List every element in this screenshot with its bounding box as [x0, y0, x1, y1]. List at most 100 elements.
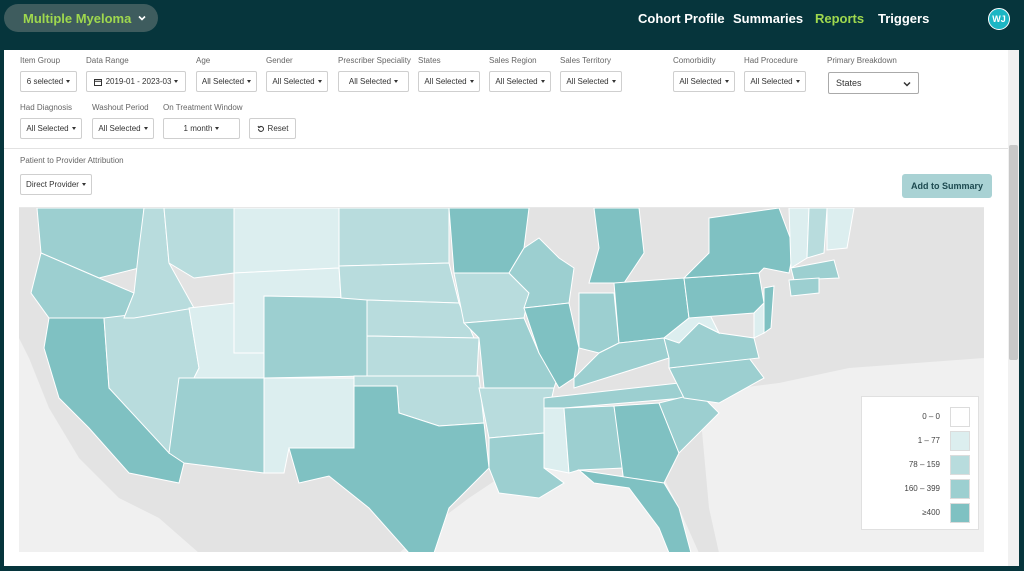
filter-label-gender: Gender [266, 56, 293, 65]
states-dropdown[interactable]: All Selected [418, 71, 480, 92]
caret-down-icon [143, 127, 148, 130]
filter-label-states: States [418, 56, 441, 65]
on-treatment-window-dropdown[interactable]: 1 month [163, 118, 240, 139]
attribution-value: Direct Provider [26, 180, 79, 189]
had-procedure-dropdown[interactable]: All Selected [744, 71, 806, 92]
state-connecticut[interactable] [788, 277, 820, 297]
us-states-map[interactable]: 0 – 0 1 – 77 78 – 159 160 – 399 ≥400 [19, 207, 984, 552]
caret-down-icon [540, 80, 545, 83]
data-range-picker[interactable]: 2019-01 - 2023-03 [86, 71, 186, 92]
state-arizona[interactable] [168, 377, 265, 474]
gender-value: All Selected [272, 77, 315, 86]
scrollbar[interactable] [1008, 50, 1019, 566]
age-dropdown[interactable]: All Selected [196, 71, 257, 92]
filter-label-sales-territory: Sales Territory [560, 56, 611, 65]
state-vermont[interactable] [788, 208, 810, 269]
reset-button[interactable]: Reset [249, 118, 296, 139]
state-south-dakota[interactable] [338, 262, 460, 304]
chevron-down-icon [138, 15, 146, 21]
scrollbar-thumb[interactable] [1009, 145, 1018, 360]
state-maine[interactable] [826, 208, 855, 251]
cohort-selector[interactable]: Multiple Myeloma [4, 4, 158, 32]
legend-item: 78 – 159 [862, 455, 980, 475]
attribution-dropdown[interactable]: Direct Provider [20, 174, 92, 195]
nav-cohort-profile[interactable]: Cohort Profile [638, 11, 725, 26]
legend-swatch [950, 407, 970, 427]
had-diagnosis-dropdown[interactable]: All Selected [20, 118, 82, 139]
primary-breakdown-select[interactable]: States [828, 72, 919, 94]
nav-summaries[interactable]: Summaries [733, 11, 803, 26]
section-divider [4, 148, 1008, 149]
sales-territory-dropdown[interactable]: All Selected [560, 71, 622, 92]
data-range-value: 2019-01 - 2023-03 [105, 77, 172, 86]
legend-swatch [950, 431, 970, 451]
filter-label-had-diagnosis: Had Diagnosis [20, 103, 73, 112]
caret-down-icon [247, 80, 252, 83]
legend-item: ≥400 [862, 503, 980, 523]
legend-swatch [950, 455, 970, 475]
filter-label-washout-period: Washout Period [92, 103, 149, 112]
legend-item: 1 – 77 [862, 431, 980, 451]
state-new-jersey[interactable] [763, 285, 775, 334]
state-montana-west[interactable] [163, 208, 235, 279]
reset-icon [257, 125, 264, 132]
legend-item: 0 – 0 [862, 407, 980, 427]
map-legend: 0 – 0 1 – 77 78 – 159 160 – 399 ≥400 [861, 396, 979, 530]
filter-label-age: Age [196, 56, 211, 65]
caret-down-icon [469, 80, 474, 83]
nav-reports[interactable]: Reports [815, 11, 864, 26]
legend-swatch [950, 503, 970, 523]
legend-range: 1 – 77 [917, 436, 940, 445]
state-new-hampshire[interactable] [806, 208, 828, 259]
cohort-selector-label: Multiple Myeloma [23, 10, 132, 26]
caret-down-icon [317, 80, 322, 83]
state-colorado[interactable] [263, 295, 368, 379]
user-avatar[interactable]: WJ [988, 8, 1010, 30]
had-diagnosis-value: All Selected [26, 124, 69, 133]
age-value: All Selected [201, 77, 245, 86]
legend-range: 78 – 159 [908, 460, 940, 469]
top-navigation-bar: Multiple Myeloma Cohort Profile Summarie… [0, 0, 1024, 44]
state-michigan[interactable] [588, 208, 645, 284]
states-value: All Selected [424, 77, 467, 86]
filter-label-sales-region: Sales Region [489, 56, 537, 65]
gender-dropdown[interactable]: All Selected [266, 71, 328, 92]
nav-triggers[interactable]: Triggers [878, 11, 929, 26]
add-to-summary-button[interactable]: Add to Summary [902, 174, 992, 198]
filter-label-data-range: Data Range [86, 56, 129, 65]
item-group-value: 6 selected [26, 77, 64, 86]
caret-down-icon [215, 127, 220, 130]
comorbidity-value: All Selected [679, 77, 722, 86]
state-nebraska[interactable] [366, 299, 475, 339]
comorbidity-dropdown[interactable]: All Selected [673, 71, 735, 92]
had-procedure-value: All Selected [750, 77, 793, 86]
item-group-dropdown[interactable]: 6 selected [20, 71, 77, 92]
state-new-york[interactable] [682, 208, 795, 279]
sales-region-dropdown[interactable]: All Selected [489, 71, 551, 92]
caret-down-icon [724, 80, 729, 83]
report-panel: Item Group 6 selected Data Range 2019-01… [4, 50, 1019, 566]
state-arkansas[interactable] [478, 387, 555, 439]
caret-down-icon [795, 80, 800, 83]
caret-down-icon [66, 80, 71, 83]
chevron-down-icon [903, 81, 911, 87]
state-montana[interactable] [233, 208, 340, 274]
washout-period-dropdown[interactable]: All Selected [92, 118, 154, 139]
sales-region-value: All Selected [495, 77, 538, 86]
caret-down-icon [174, 80, 179, 83]
filter-label-had-procedure: Had Procedure [744, 56, 798, 65]
filter-label-comorbidity: Comorbidity [673, 56, 716, 65]
state-kansas[interactable] [366, 335, 480, 377]
prescriber-speciality-dropdown[interactable]: All Selected [338, 71, 409, 92]
filter-label-prescriber-speciality: Prescriber Speciality [338, 56, 411, 65]
state-north-dakota[interactable] [338, 208, 450, 267]
primary-breakdown-value: States [836, 78, 862, 88]
caret-down-icon [71, 127, 76, 130]
state-pennsylvania[interactable] [683, 272, 765, 319]
legend-range: ≥400 [922, 508, 940, 517]
prescriber-speciality-value: All Selected [348, 77, 392, 86]
filter-label-primary-breakdown: Primary Breakdown [827, 56, 897, 65]
legend-range: 160 – 399 [904, 484, 940, 493]
sales-territory-value: All Selected [566, 77, 609, 86]
state-indiana[interactable] [578, 292, 620, 354]
